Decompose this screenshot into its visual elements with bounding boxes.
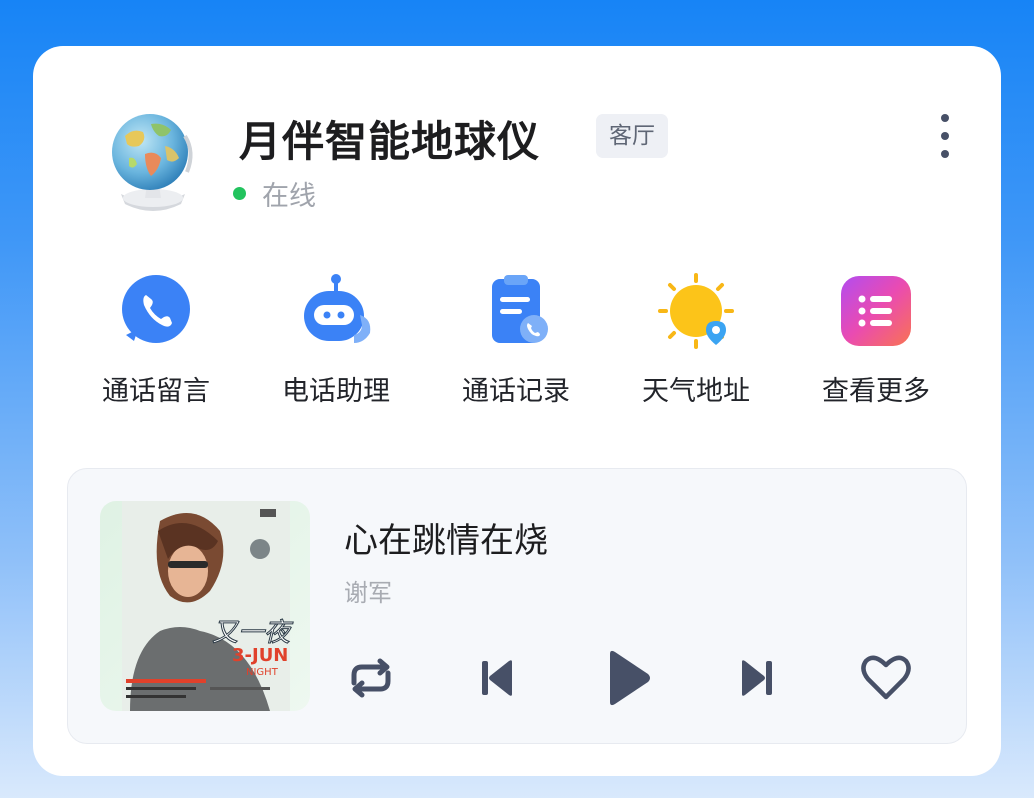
previous-icon[interactable]	[478, 659, 514, 697]
action-call-message[interactable]: 通话留言	[86, 271, 226, 411]
song-title: 心在跳情在烧	[344, 521, 548, 561]
more-list-icon	[841, 276, 911, 346]
status-text: 在线	[262, 181, 316, 212]
phone-icon	[122, 275, 190, 343]
quick-actions: 通话留言 电话助理 通话记录 天气地址 查看更多	[33, 271, 1001, 411]
room-badge: 客厅	[596, 114, 668, 158]
repeat-icon[interactable]	[344, 657, 398, 699]
action-label: 通话记录	[462, 376, 570, 407]
action-label: 电话助理	[282, 376, 390, 407]
weather-icon	[658, 273, 734, 349]
action-weather-address[interactable]: 天气地址	[626, 271, 766, 411]
device-name: 月伴智能地球仪	[239, 117, 541, 166]
more-dot-icon	[941, 132, 949, 140]
play-icon[interactable]	[606, 649, 652, 707]
action-label: 天气地址	[642, 376, 750, 407]
globe-device-image	[112, 114, 193, 211]
action-call-log[interactable]: 通话记录	[446, 271, 586, 411]
action-phone-assistant[interactable]: 电话助理	[266, 271, 406, 411]
cover-text-2: 3-JUN	[232, 645, 288, 666]
album-cover[interactable]: 又一夜 3-JUN NIGHT	[100, 501, 310, 711]
heart-icon[interactable]	[860, 653, 912, 701]
action-view-more[interactable]: 查看更多	[806, 271, 946, 411]
action-label: 查看更多	[822, 376, 930, 407]
action-label: 通话留言	[102, 376, 210, 407]
call-log-icon	[492, 275, 548, 343]
status-dot	[233, 187, 246, 200]
cover-text-1: 又一夜	[212, 618, 294, 648]
robot-icon	[304, 274, 371, 343]
more-dot-icon	[941, 114, 949, 122]
song-artist: 谢军	[344, 579, 392, 607]
more-options-button[interactable]	[928, 108, 964, 162]
cover-text-3: NIGHT	[246, 667, 279, 678]
more-dot-icon	[941, 150, 949, 158]
online-status: 在线	[233, 174, 316, 213]
music-player: 又一夜 3-JUN NIGHT 心在跳情在烧 谢军	[67, 468, 967, 744]
next-icon[interactable]	[740, 659, 776, 697]
device-card: 月伴智能地球仪 客厅 在线 通话留言 电话助理 通话记录 天气地址 查看更多 又…	[33, 46, 1001, 776]
